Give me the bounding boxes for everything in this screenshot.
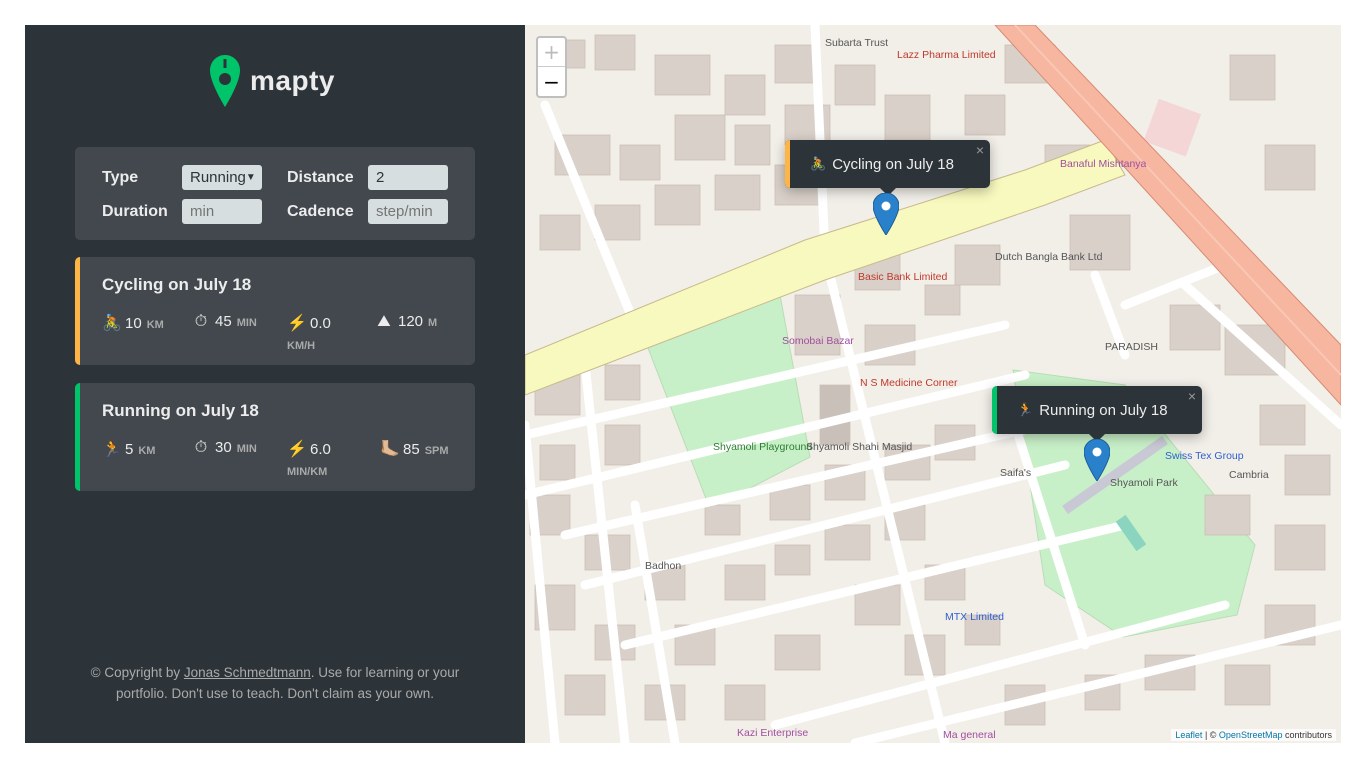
map-label: Saifa's	[1000, 467, 1032, 479]
chevron-down-icon: ▼	[245, 172, 256, 183]
stopwatch-icon: ⏱	[194, 439, 208, 456]
close-icon[interactable]: ×	[1188, 388, 1196, 404]
map-label: Banaful Mishtanya	[1060, 158, 1147, 170]
popup-text: Cycling on July 18	[832, 155, 954, 173]
workout-color-bar	[75, 383, 80, 491]
map-label: PARADISH	[1105, 341, 1158, 353]
cadence-input[interactable]	[368, 199, 448, 224]
zoom-out-button[interactable]: −	[538, 67, 565, 96]
app-container: mapty Type Running ▼ Distance Duration C…	[25, 25, 1341, 743]
form-row-duration: Duration	[102, 199, 262, 224]
popup-text: Running on July 18	[1039, 401, 1168, 419]
type-label: Type	[102, 168, 139, 186]
runner-icon: 🏃	[102, 441, 122, 458]
workout-detail-pace: ⚡️ 6.0 min/km	[287, 441, 331, 478]
author-link[interactable]: Jonas Schmedtmann	[184, 665, 311, 680]
map-label: Shyamoli Playground	[713, 441, 813, 453]
workout-cycling[interactable]: Cycling on July 18 🚴 10 km ⏱ 45 min ⚡️ 0…	[75, 257, 475, 365]
zoom-control: + −	[536, 36, 567, 98]
workout-detail-distance: 🏃 5 km	[102, 441, 156, 458]
sidebar: mapty Type Running ▼ Distance Duration C…	[25, 25, 525, 743]
workout-detail-cadence: 🦶🏼 85 spm	[380, 441, 449, 458]
form-row-cadence: Cadence	[287, 199, 448, 224]
lightning-icon: ⚡️	[287, 315, 307, 332]
map-pin-icon	[210, 55, 240, 107]
type-select[interactable]: Running ▼	[182, 165, 262, 190]
zoom-in-button[interactable]: +	[538, 38, 565, 67]
copyright: © Copyright by Jonas Schmedtmann. Use fo…	[90, 665, 460, 701]
duration-label: Duration	[102, 202, 168, 220]
map-label: Basic Bank Limited	[858, 271, 948, 283]
map-label: Shyamoli Shahi Masjid	[806, 441, 913, 453]
map-label: Badhon	[645, 560, 682, 572]
duration-input[interactable]	[182, 199, 262, 224]
workout-detail-speed: ⚡️ 0.0 km/h	[287, 315, 331, 352]
distance-input[interactable]	[368, 165, 448, 190]
workout-title: Cycling on July 18	[102, 275, 252, 294]
workout-running[interactable]: Running on July 18 🏃 5 km ⏱ 30 min ⚡️ 6.…	[75, 383, 475, 491]
workout-color-bar	[75, 257, 80, 365]
form-row-distance: Distance	[287, 165, 448, 190]
map-label: Dutch Bangla Bank Ltd	[995, 251, 1103, 263]
type-select-value: Running	[190, 169, 246, 186]
map-marker-icon[interactable]	[1084, 439, 1110, 481]
cyclist-icon: 🚴	[810, 156, 827, 171]
map-label: Cambria	[1229, 469, 1269, 481]
logo: mapty	[210, 55, 335, 107]
cadence-label: Cadence	[287, 202, 354, 220]
workout-detail-distance: 🚴 10 km	[102, 315, 164, 332]
workout-detail-duration: ⏱ 30 min	[192, 439, 257, 458]
map-label: Somobai Bazar	[782, 335, 854, 347]
workout-title: Running on July 18	[102, 401, 259, 420]
map[interactable]: Subarta Trust Lazz Pharma Limited Banafu…	[525, 25, 1341, 743]
foot-icon: 🦶🏼	[380, 441, 400, 458]
leaflet-link[interactable]: Leaflet	[1175, 730, 1202, 740]
map-label: Swiss Tex Group	[1165, 450, 1244, 462]
osm-link[interactable]: OpenStreetMap	[1219, 730, 1283, 740]
popup-cycling[interactable]: 🚴 Cycling on July 18 ×	[785, 140, 990, 196]
map-label: N S Medicine Corner	[860, 377, 958, 389]
map-label: MTX Limited	[945, 611, 1004, 623]
close-icon[interactable]: ×	[976, 142, 984, 158]
app-name: mapty	[250, 65, 335, 96]
workout-form: Type Running ▼ Distance Duration Cadence	[75, 147, 475, 240]
distance-label: Distance	[287, 168, 354, 186]
workout-detail-elevation: ⛰ 120 m	[375, 313, 437, 332]
lightning-icon: ⚡️	[287, 441, 307, 458]
cyclist-icon: 🚴	[102, 315, 122, 332]
form-row-type: Type Running ▼	[102, 165, 262, 190]
map-label: Lazz Pharma Limited	[897, 49, 996, 61]
map-label: Shyamoli Park	[1110, 477, 1178, 489]
runner-icon: 🏃	[1017, 402, 1034, 417]
map-label: Kazi Enterprise	[737, 727, 809, 739]
map-marker-icon[interactable]	[873, 193, 899, 235]
map-label: Ma general	[943, 729, 996, 741]
popup-running[interactable]: 🏃 Running on July 18 ×	[992, 386, 1202, 442]
workout-detail-duration: ⏱ 45 min	[192, 313, 257, 332]
map-attribution: Leaflet | © OpenStreetMap contributors	[1171, 729, 1336, 741]
stopwatch-icon: ⏱	[194, 313, 208, 330]
map-label: Subarta Trust	[825, 37, 889, 49]
mountain-icon: ⛰	[377, 313, 391, 330]
